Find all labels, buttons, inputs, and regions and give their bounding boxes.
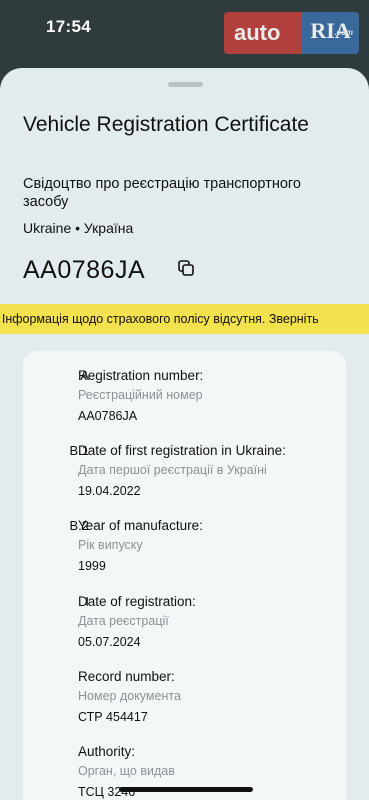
field-label-ua: Дата першої реєстрації в Україні	[78, 463, 267, 477]
home-indicator[interactable]	[119, 787, 253, 792]
page-title: Vehicle Registration Certificate	[23, 113, 309, 136]
copy-icon[interactable]	[178, 260, 194, 276]
country-label: Ukraine • Україна	[23, 220, 134, 236]
field-label-ua: Орган, що видав	[78, 764, 175, 778]
field-value: AA0786JA	[78, 409, 138, 423]
details-card: A Registration number: Реєстраційний ном…	[23, 351, 346, 800]
page-subtitle: Свідоцтво про реєстрацію транспортного з…	[23, 176, 301, 210]
plate-row: AA0786JA	[23, 255, 194, 285]
insurance-banner: • Інформація щодо страхового полісу відс…	[0, 304, 369, 334]
field-label-ua: Рік випуску	[78, 538, 143, 552]
status-bar: 17:54 auto RIA .com	[0, 0, 369, 62]
field-label-en: Date of registration:	[78, 594, 196, 609]
watermark-logo: auto RIA .com	[224, 12, 359, 54]
field-value: СТР 454417	[78, 710, 148, 724]
field-label-ua: Реєстраційний номер	[78, 388, 203, 402]
watermark-auto: auto	[224, 12, 302, 54]
field-label-en: Date of first registration in Ukraine:	[78, 443, 286, 458]
certificate-sheet: Vehicle Registration Certificate Свідоцт…	[0, 68, 369, 800]
field-label-en: Authority:	[78, 744, 136, 759]
field-value: 1999	[78, 559, 106, 573]
watermark-ria: RIA .com	[302, 12, 359, 54]
field-value: 05.07.2024	[78, 635, 141, 649]
field-label-en: Registration number:	[78, 368, 204, 383]
plate-number: AA0786JA	[23, 256, 146, 284]
field-label-ua: Дата реєстрації	[78, 614, 169, 628]
sheet-grabber[interactable]	[168, 82, 203, 87]
watermark-com: .com	[334, 28, 353, 37]
field-value: 19.04.2022	[78, 484, 141, 498]
insurance-banner-text: • Інформація щодо страхового полісу відс…	[0, 312, 319, 326]
field-label-en: Record number:	[78, 669, 175, 684]
field-label-ua: Номер документа	[78, 689, 181, 703]
field-label-en: Year of manufacture:	[78, 518, 203, 533]
status-time: 17:54	[46, 17, 91, 36]
